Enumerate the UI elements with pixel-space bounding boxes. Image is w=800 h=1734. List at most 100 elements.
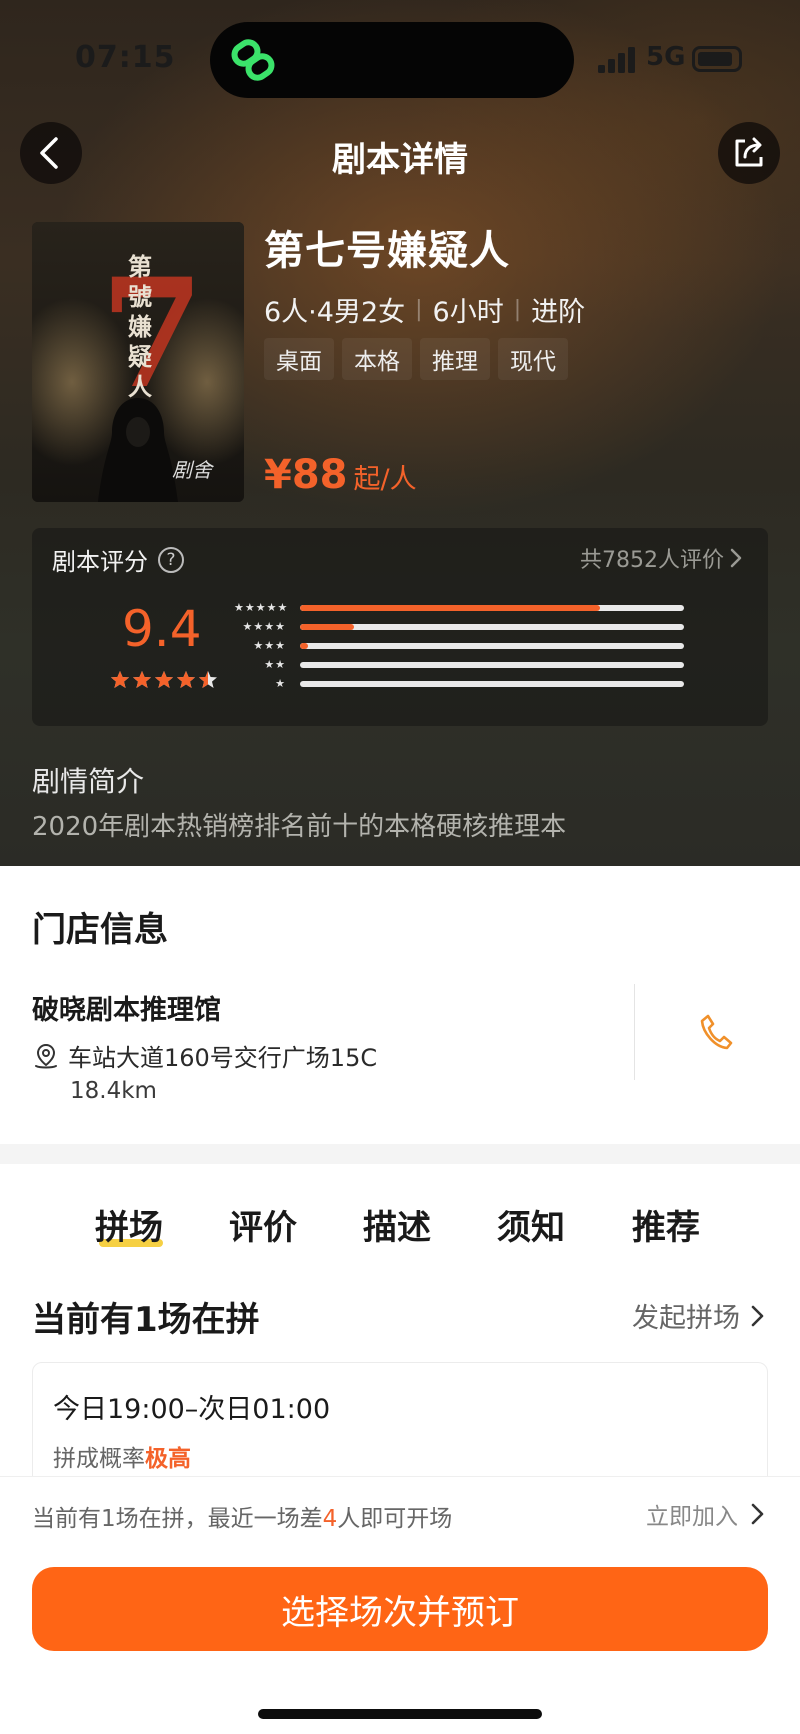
rating-bar-track [300,642,684,649]
rating-label: 剧本评分 ? [52,542,184,577]
price: ¥88 起/人 [264,452,417,498]
link-rings-icon [231,39,275,81]
rating-distribution: ★★★★★ ★★★★ ★★★ ★★ ★ [234,598,704,693]
rating-bar-stars: ★★ [264,658,286,671]
tab-recommend[interactable]: 推荐 [632,1200,700,1249]
script-poster[interactable]: 7 第號嫌疑人 剧舍 [32,222,244,502]
notice-suffix: 人即可开场 [337,1506,453,1532]
rating-bar-track [300,661,684,668]
call-button[interactable] [690,1006,742,1058]
tag: 推理 [420,338,490,380]
tab-reviews[interactable]: 评价 [229,1200,297,1249]
rating-stars [110,670,218,690]
level-info: 进阶 [531,297,586,328]
rating-bar-row: ★★ [234,655,704,674]
store-address-text: 车站大道160号交行广场15C [68,1044,378,1072]
location-pin-icon [35,1043,57,1068]
synopsis-title: 剧情简介 [32,765,145,798]
rating-bar-stars: ★★★ [253,639,286,652]
rating-card: 剧本评分 ? 共7852人评价 9.4 ★★★★★ ★★★★ ★★★ ★★ ★ [32,528,768,726]
battery-icon [692,46,742,72]
tag: 现代 [498,338,568,380]
meta-divider: | [415,297,423,322]
signal-icon [598,47,635,73]
tag: 本格 [342,338,412,380]
rating-bar-fill [300,604,600,611]
share-button[interactable] [718,122,780,184]
nav-bar: 剧本详情 [0,122,800,186]
rating-bar-stars: ★ [275,677,286,690]
poster-signature: 剧舍 [172,458,212,482]
probability-label: 拼成概率 [53,1446,145,1472]
notice-number: 4 [322,1506,338,1532]
store-address[interactable]: 车站大道160号交行广场15C [32,1038,377,1073]
store-info: 门店信息 破晓剧本推理馆 车站大道160号交行广场15C 18.4km [0,866,800,1144]
status-bar: 07:15 5G [0,0,800,110]
script-hero: 07:15 5G 剧本详情 7 第號嫌疑人 剧舍 第七号嫌疑人 6人·4男2女 … [0,0,800,866]
tab-bar: 拼场 评价 描述 须知 推荐 [0,1184,800,1254]
star-icon [177,671,195,688]
tab-notice[interactable]: 须知 [497,1200,565,1249]
book-session-button[interactable]: 选择场次并预订 [32,1567,768,1651]
rating-label-text: 剧本评分 [52,548,148,576]
tag: 桌面 [264,338,334,380]
store-distance: 18.4km [70,1078,157,1104]
session-probability: 拼成概率极高 [53,1439,191,1473]
script-meta: 6人·4男2女 | 6小时 | 进阶 [264,290,585,329]
network-label: 5G [646,42,686,72]
synopsis-text: 2020年剧本热销榜排名前十的本格硬核推理本 [32,812,567,842]
home-indicator [258,1709,542,1719]
script-title: 第七号嫌疑人 [264,228,510,274]
rating-bar-row: ★ [234,674,704,693]
rating-bar-track [300,623,684,630]
divider [634,984,635,1080]
chevron-right-icon [751,1503,764,1525]
start-session-link[interactable]: 发起拼场 [632,1296,768,1335]
notice-prefix: 当前有1场在拼，最近一场差 [32,1506,323,1532]
chevron-right-icon [751,1305,764,1326]
help-icon[interactable]: ? [158,546,184,573]
review-count-link[interactable]: 共7852人评价 [580,542,744,574]
bottom-bar: 当前有1场在拼，最近一场差4人即可开场 立即加入 选择场次并预订 [0,1476,800,1734]
page-title: 剧本详情 [332,140,468,180]
rating-score: 9.4 [122,600,202,658]
tag-list: 桌面 本格 推理 现代 [264,338,568,380]
rating-bar-stars: ★★★★★ [234,601,289,614]
session-notice: 当前有1场在拼，最近一场差4人即可开场 [32,1499,452,1533]
duration-info: 6小时 [432,297,504,328]
rating-bar-row: ★★★★★ [234,598,704,617]
join-now-text: 立即加入 [646,1504,738,1530]
status-time: 07:15 [75,40,176,75]
tab-description[interactable]: 描述 [363,1200,431,1249]
star-icon [199,671,217,688]
chevron-right-icon [730,548,742,568]
phone-icon [700,1014,733,1050]
share-icon [735,137,763,167]
rating-bar-row: ★★★ [234,636,704,655]
rating-bar-fill [300,642,308,649]
poster-title: 第號嫌疑人 [128,252,152,401]
store-name[interactable]: 破晓剧本推理馆 [32,988,221,1027]
detail-tabs-section: 拼场 评价 描述 须知 推荐 当前有1场在拼 发起拼场 今日19:00–次日01… [0,1164,800,1502]
join-now-link[interactable]: 立即加入 [646,1497,768,1531]
meta-divider: | [513,297,522,322]
dynamic-island [210,22,574,98]
rating-bar-track [300,604,684,611]
price-value: ¥88 [264,452,348,498]
store-heading: 门店信息 [32,910,168,950]
star-icon [111,671,129,688]
price-unit: 起/人 [353,464,417,495]
probability-value: 极高 [145,1446,191,1472]
rating-bar-fill [300,623,354,630]
rating-bar-track [300,680,684,687]
star-icon [133,671,151,688]
session-heading: 当前有1场在拼 [32,1300,260,1340]
rating-bar-row: ★★★★ [234,617,704,636]
session-time: 今日19:00–次日01:00 [53,1394,331,1425]
hooded-figure-image [98,398,178,502]
start-session-text: 发起拼场 [632,1303,740,1334]
players-info: 6人·4男2女 [264,297,406,328]
star-icon [155,671,173,688]
review-count-text: 共7852人评价 [580,548,724,573]
tab-pinchang[interactable]: 拼场 [95,1200,163,1249]
